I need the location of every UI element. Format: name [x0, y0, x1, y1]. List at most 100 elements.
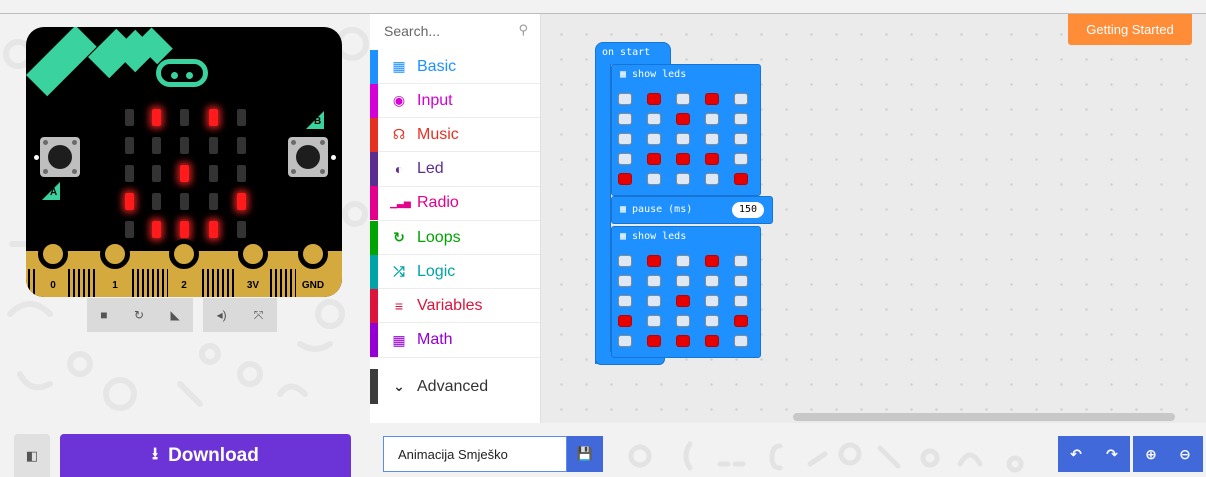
pin-hole[interactable] — [298, 239, 328, 269]
on-start-block[interactable]: on start — [595, 42, 671, 65]
search-icon[interactable]: ⚲ — [518, 22, 528, 38]
toolbox-category-music[interactable]: ☊ Music — [370, 117, 540, 153]
toolbox-category-loops[interactable]: ↻ Loops — [370, 220, 540, 255]
led-toggle-2-0[interactable] — [618, 133, 632, 145]
button-a-cap[interactable] — [48, 145, 72, 169]
led-toggle-4-4[interactable] — [734, 335, 748, 347]
redo-button[interactable]: ↷ — [1094, 436, 1130, 472]
pause-value-input[interactable]: 150 — [732, 202, 764, 218]
toolbox-category-math[interactable]: ▦ Math — [370, 323, 540, 358]
led-toggle-0-2[interactable] — [676, 93, 690, 105]
led-toggle-1-4[interactable] — [734, 275, 748, 287]
pin-hole[interactable] — [238, 239, 268, 269]
led-toggle-2-2[interactable] — [676, 295, 690, 307]
pin-2[interactable]: 2 — [169, 239, 199, 297]
debug-icon[interactable]: ◣ — [171, 308, 180, 322]
pin-3v[interactable]: 3V — [238, 239, 268, 297]
led-toggle-4-4[interactable] — [734, 173, 748, 185]
pin-hole[interactable] — [169, 239, 199, 269]
led-toggle-3-1[interactable] — [647, 315, 661, 327]
led-toggle-3-3[interactable] — [705, 153, 719, 165]
button-b[interactable] — [288, 137, 328, 177]
led-toggle-1-2[interactable] — [676, 275, 690, 287]
pin-gnd[interactable]: GND — [298, 239, 328, 297]
show-leds-block-1[interactable]: ▦ show leds — [611, 64, 761, 196]
led-toggle-2-1[interactable] — [647, 133, 661, 145]
undo-button[interactable]: ↶ — [1058, 436, 1094, 472]
zoom-out-button[interactable]: ⊖ — [1167, 436, 1203, 472]
led-toggle-1-1[interactable] — [647, 113, 661, 125]
led-toggle-2-3[interactable] — [705, 295, 719, 307]
toolbox-category-logic[interactable]: ⤮ Logic — [370, 254, 540, 290]
led-toggle-1-4[interactable] — [734, 113, 748, 125]
led-toggle-4-3[interactable] — [705, 173, 719, 185]
led-toggle-3-4[interactable] — [734, 315, 748, 327]
led-toggle-4-2[interactable] — [676, 173, 690, 185]
fullscreen-icon[interactable]: ⤧ — [254, 308, 264, 323]
led-toggle-2-1[interactable] — [647, 295, 661, 307]
getting-started-button[interactable]: Getting Started — [1068, 14, 1192, 45]
led-toggle-0-0[interactable] — [618, 255, 632, 267]
led-toggle-4-0[interactable] — [618, 335, 632, 347]
collapse-simulator-button[interactable]: ◧ — [14, 434, 50, 477]
led-toggle-1-2[interactable] — [676, 113, 690, 125]
pin-0[interactable]: 0 — [38, 239, 68, 297]
show-leds-block-2[interactable]: ▦ show leds — [611, 226, 761, 358]
toolbox-category-led[interactable]: ◐ Led — [370, 152, 540, 187]
led-toggle-3-3[interactable] — [705, 315, 719, 327]
toolbox-category-variables[interactable]: ≡ Variables — [370, 288, 540, 324]
toolbox-category-input[interactable]: ◉ Input — [370, 83, 540, 119]
toolbox-category-radio[interactable]: ▁▃▅ Radio — [370, 186, 540, 221]
led-toggle-3-0[interactable] — [618, 153, 632, 165]
led-toggle-3-1[interactable] — [647, 153, 661, 165]
led-toggle-3-0[interactable] — [618, 315, 632, 327]
pause-block[interactable]: ▦ pause (ms) 150 — [611, 196, 773, 224]
pin-1[interactable]: 1 — [100, 239, 130, 297]
blocks-workspace[interactable]: Getting Started on start ▦ show leds ▦ pau… — [541, 14, 1206, 423]
toolbox-category-basic[interactable]: ▦ Basic — [370, 49, 540, 84]
led-toggle-2-2[interactable] — [676, 133, 690, 145]
led-toggle-1-3[interactable] — [705, 275, 719, 287]
zoom-in-button[interactable]: ⊕ — [1133, 436, 1169, 472]
led-toggle-4-2[interactable] — [676, 335, 690, 347]
led-toggle-3-2[interactable] — [676, 153, 690, 165]
led-toggle-0-2[interactable] — [676, 255, 690, 267]
project-name-input[interactable] — [383, 436, 567, 472]
led-toggle-4-0[interactable] — [618, 173, 632, 185]
save-button[interactable]: 💾 — [567, 436, 603, 472]
pin-hole[interactable] — [38, 239, 68, 269]
led-toggle-0-0[interactable] — [618, 93, 632, 105]
button-b-cap[interactable] — [296, 145, 320, 169]
led-toggle-0-4[interactable] — [734, 255, 748, 267]
led-toggle-1-1[interactable] — [647, 275, 661, 287]
led-toggle-4-1[interactable] — [647, 335, 661, 347]
button-a[interactable] — [40, 137, 80, 177]
led-toggle-0-4[interactable] — [734, 93, 748, 105]
toggle-icon: ◐ — [394, 161, 404, 178]
led-toggle-2-4[interactable] — [734, 295, 748, 307]
led-toggle-0-3[interactable] — [705, 255, 719, 267]
on-start-body[interactable] — [595, 64, 611, 364]
led-toggle-4-1[interactable] — [647, 173, 661, 185]
led-toggle-1-0[interactable] — [618, 275, 632, 287]
pin-hole[interactable] — [100, 239, 130, 269]
led-toggle-0-1[interactable] — [647, 255, 661, 267]
restart-icon[interactable]: ↻ — [134, 308, 144, 322]
led-toggle-1-0[interactable] — [618, 113, 632, 125]
toolbox-advanced[interactable]: ⌄ Advanced — [370, 369, 540, 404]
stop-icon[interactable]: ■ — [100, 308, 107, 322]
led-toggle-2-0[interactable] — [618, 295, 632, 307]
led-toggle-2-3[interactable] — [705, 133, 719, 145]
mute-icon[interactable]: ◂) — [217, 308, 227, 322]
horizontal-scrollbar[interactable] — [793, 413, 1175, 421]
download-button[interactable]: ⭳ Download — [60, 434, 351, 477]
search-input[interactable] — [382, 20, 516, 42]
led-toggle-3-4[interactable] — [734, 153, 748, 165]
led-toggle-0-3[interactable] — [705, 93, 719, 105]
microbit-logo[interactable] — [156, 59, 208, 87]
led-toggle-1-3[interactable] — [705, 113, 719, 125]
led-toggle-4-3[interactable] — [705, 335, 719, 347]
led-toggle-3-2[interactable] — [676, 315, 690, 327]
led-toggle-2-4[interactable] — [734, 133, 748, 145]
led-toggle-0-1[interactable] — [647, 93, 661, 105]
